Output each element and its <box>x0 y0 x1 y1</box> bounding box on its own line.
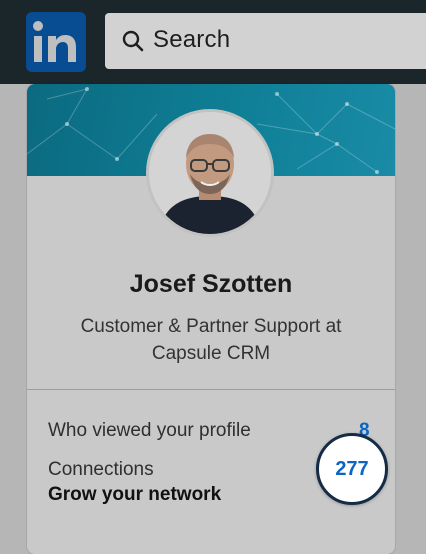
profile-name[interactable]: Josef Szotten <box>27 270 395 299</box>
linkedin-logo[interactable] <box>26 12 86 72</box>
top-navigation-bar: Search <box>0 0 426 84</box>
connections-count-highlight[interactable]: 277 <box>316 433 388 505</box>
connections-link[interactable]: Connections <box>48 459 154 481</box>
person-photo-icon <box>149 112 271 234</box>
search-placeholder: Search <box>153 26 231 53</box>
linkedin-logo-icon <box>33 21 76 62</box>
search-bar[interactable]: Search <box>105 13 426 69</box>
search-icon <box>121 29 145 53</box>
profile-headline: Customer & Partner Support at Capsule CR… <box>80 316 342 364</box>
who-viewed-profile-link[interactable]: Who viewed your profile <box>48 420 251 442</box>
grow-network-link[interactable]: Grow your network <box>48 484 221 506</box>
profile-avatar[interactable] <box>149 112 271 234</box>
divider <box>27 389 395 390</box>
